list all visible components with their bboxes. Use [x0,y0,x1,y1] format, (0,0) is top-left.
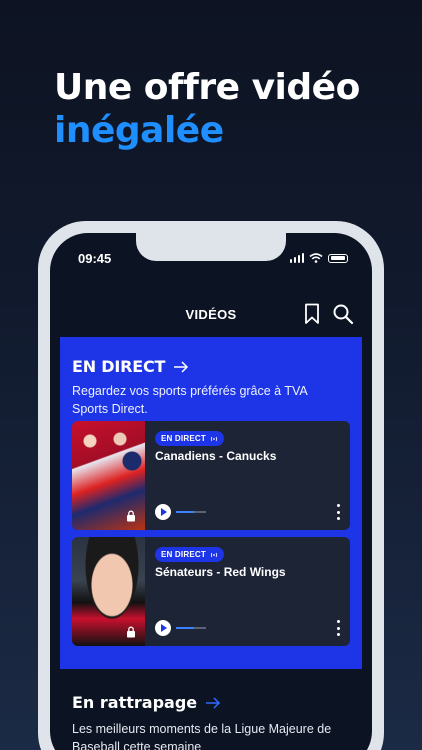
video-thumbnail [72,537,145,646]
phone-notch [136,233,286,261]
play-icon[interactable] [155,504,171,520]
broadcast-icon [210,552,218,557]
search-icon[interactable] [332,303,354,325]
arrow-right-icon [206,696,221,709]
wifi-icon [309,253,323,263]
live-badge-label: EN DIRECT [161,434,206,443]
signal-icon [289,253,304,263]
video-card[interactable]: EN DIRECT Sénateurs - Red Wings [72,537,350,646]
live-badge-label: EN DIRECT [161,550,206,559]
video-card-title: Canadiens - Canucks [155,449,277,463]
lock-icon [127,626,135,638]
video-card[interactable]: EN DIRECT Canadiens - Canucks [72,421,350,530]
headline-line-2: inégalée [54,110,224,151]
live-section: EN DIRECT Regardez vos sports préférés g… [60,337,362,669]
battery-icon [328,253,348,263]
arrow-right-icon [174,360,189,373]
app-bar: VIDÉOS [50,291,372,337]
lock-icon [127,510,135,522]
status-icons [289,253,348,263]
live-badge: EN DIRECT [155,547,224,562]
catchup-section-title: En rattrapage [72,693,198,712]
broadcast-icon [210,436,218,441]
phone-screen: 09:45 VIDÉOS EN DIRECT Regardez vos spor… [50,233,372,750]
catchup-section-header[interactable]: En rattrapage [72,693,221,712]
video-card-title: Sénateurs - Red Wings [155,565,286,579]
phone-frame: 09:45 VIDÉOS EN DIRECT Regardez vos spor… [38,221,384,750]
app-bar-title: VIDÉOS [185,307,237,322]
progress-fill [176,627,194,629]
more-options-icon[interactable] [336,504,340,520]
play-icon[interactable] [155,620,171,636]
catchup-section-description: Les meilleurs moments de la Ligue Majeur… [72,722,332,750]
more-options-icon[interactable] [336,620,340,636]
headline-line-1: Une offre vidéo [54,67,360,108]
bookmark-icon[interactable] [304,303,320,325]
live-section-description: Regardez vos sports préférés grâce à TVA… [72,384,308,416]
progress-bar [176,627,206,629]
status-time: 09:45 [78,251,112,266]
video-thumbnail [72,421,145,530]
live-section-header[interactable]: EN DIRECT [72,357,189,376]
progress-bar [176,511,206,513]
promo-headline: Une offre vidéo inégalée [54,66,360,152]
live-badge: EN DIRECT [155,431,224,446]
progress-fill [176,511,194,513]
live-section-title: EN DIRECT [72,357,166,376]
